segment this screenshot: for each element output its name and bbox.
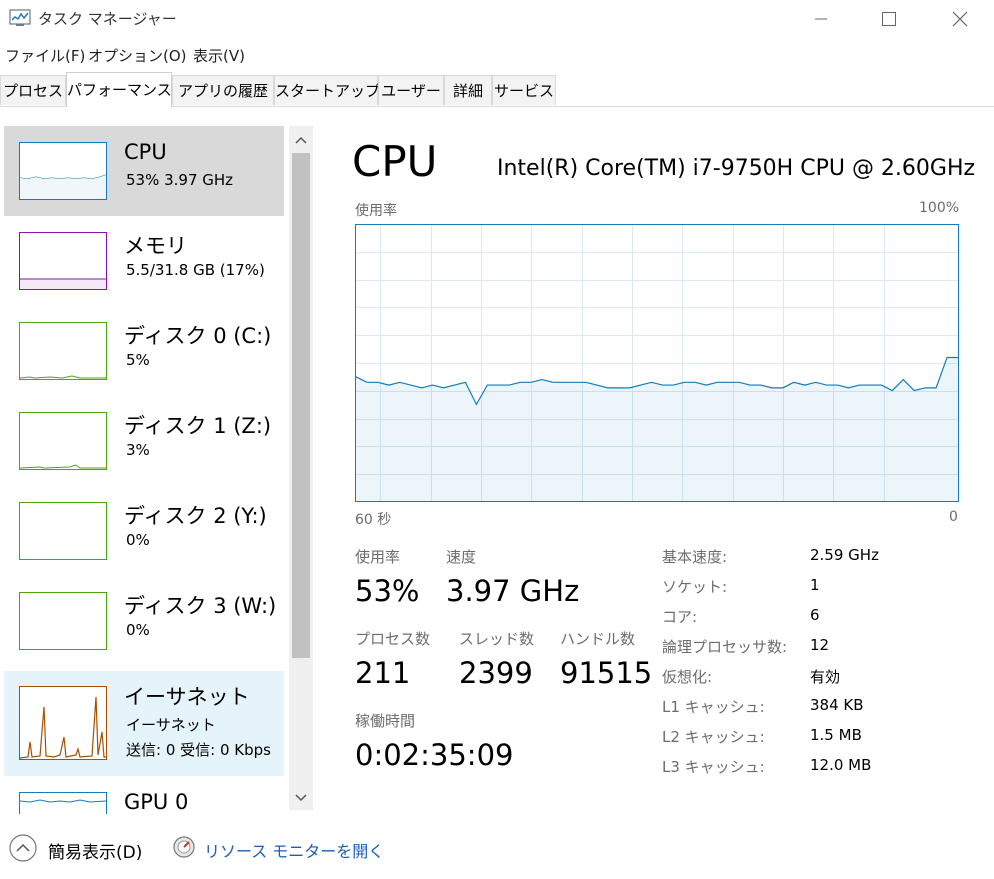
open-resource-monitor-link[interactable]: リソース モニターを開く xyxy=(204,838,384,862)
sidebar-item-title: イーサネット xyxy=(124,685,250,709)
uptime-value: 0:02:35:09 xyxy=(355,738,514,772)
sidebar-item-disk-3[interactable]: ディスク 3 (W:) 0% xyxy=(4,576,284,666)
tab-users[interactable]: ユーザー xyxy=(378,75,444,105)
sidebar-item-title: CPU xyxy=(124,140,167,164)
sidebar-item-title: メモリ xyxy=(124,234,187,258)
spec-value: 1.5 MB xyxy=(810,726,862,744)
tab-details[interactable]: 詳細 xyxy=(444,75,492,105)
cpu-thumbnail-graph xyxy=(19,142,107,200)
sidebar-item-subtitle: 3% xyxy=(126,441,150,459)
scroll-up-icon[interactable] xyxy=(293,134,309,146)
disk-3-thumbnail-graph xyxy=(19,592,107,650)
fewer-details-label: 簡易表示(D) xyxy=(48,843,143,863)
process-count-value: 211 xyxy=(355,656,411,690)
sidebar-item-cpu[interactable]: CPU 53% 3.97 GHz xyxy=(4,126,284,216)
sidebar-item-ethernet[interactable]: イーサネット イーサネット 送信: 0 受信: 0 Kbps xyxy=(4,671,284,776)
tab-services[interactable]: サービス xyxy=(492,75,556,105)
spec-label: ソケット: xyxy=(662,578,728,596)
handle-count-label: ハンドル数 xyxy=(560,630,636,648)
memory-thumbnail-graph xyxy=(19,232,107,290)
fewer-details-button[interactable]: 簡易表示(D) xyxy=(8,832,158,864)
spec-value: 1 xyxy=(810,576,820,594)
cpu-model-name: Intel(R) Core(TM) i7-9750H CPU @ 2.60GHz xyxy=(497,156,976,181)
sidebar-item-disk-0[interactable]: ディスク 0 (C:) 5% xyxy=(4,306,284,396)
maximize-button[interactable] xyxy=(866,0,912,38)
close-icon xyxy=(952,11,968,27)
close-button[interactable] xyxy=(937,0,983,38)
cpu-usage-graph xyxy=(355,224,959,502)
spec-value: 2.59 GHz xyxy=(810,546,879,564)
thread-count-value: 2399 xyxy=(459,656,533,690)
tab-bar: プロセス パフォーマンス アプリの履歴 スタートアップ ユーザー 詳細 サービス xyxy=(0,72,994,107)
window-title: タスク マネージャー xyxy=(38,10,177,28)
chevron-up-circle-icon xyxy=(9,834,37,862)
spec-value: 12.0 MB xyxy=(810,756,872,774)
graph-time-left: 60 秒 xyxy=(355,512,392,528)
disk-0-thumbnail-graph xyxy=(19,322,107,380)
gpu-0-thumbnail-graph xyxy=(19,792,107,814)
resource-title: CPU xyxy=(352,137,438,186)
sidebar-item-subtitle: 5.5/31.8 GB (17%) xyxy=(126,261,265,279)
sidebar-item-subtitle: イーサネット xyxy=(126,716,216,734)
spec-value: 384 KB xyxy=(810,696,864,714)
task-manager-icon xyxy=(9,9,31,26)
spec-value: 6 xyxy=(810,606,820,624)
handle-count-value: 91515 xyxy=(560,656,653,690)
disk-2-thumbnail-graph xyxy=(19,502,107,560)
speed-value: 3.97 GHz xyxy=(446,574,580,608)
sidebar-item-title: ディスク 0 (C:) xyxy=(124,324,272,348)
sidebar-item-title: ディスク 1 (Z:) xyxy=(124,414,272,438)
usage-label: 使用率 xyxy=(355,548,401,566)
spec-label: 論理プロセッサ数: xyxy=(662,638,788,656)
graph-time-right: 0 xyxy=(949,509,958,525)
spec-label: 基本速度: xyxy=(662,548,728,566)
sidebar-item-title: ディスク 3 (W:) xyxy=(124,594,277,618)
minimize-icon xyxy=(815,18,827,20)
sidebar-item-subtitle: 0% xyxy=(126,621,150,639)
graph-max-label: 100% xyxy=(919,200,960,216)
scrollbar-thumb[interactable] xyxy=(292,153,310,658)
usage-value: 53% xyxy=(355,574,420,608)
uptime-label: 稼働時間 xyxy=(355,712,416,730)
speed-label: 速度 xyxy=(446,548,477,566)
disk-1-thumbnail-graph xyxy=(19,412,107,470)
sidebar-item-throughput: 送信: 0 受信: 0 Kbps xyxy=(126,741,271,759)
sidebar-item-subtitle: 0% xyxy=(126,531,150,549)
spec-value: 12 xyxy=(810,636,830,654)
process-count-label: プロセス数 xyxy=(355,630,431,648)
tab-startup[interactable]: スタートアップ xyxy=(274,75,380,105)
sidebar-item-title: ディスク 2 (Y:) xyxy=(124,504,267,528)
spec-value: 有効 xyxy=(810,668,841,686)
menu-view[interactable]: 表示(V) xyxy=(193,45,245,66)
minimize-button[interactable] xyxy=(798,0,844,38)
tab-app-history[interactable]: アプリの履歴 xyxy=(172,75,274,105)
menu-options[interactable]: オプション(O) xyxy=(88,45,187,66)
spec-label: コア: xyxy=(662,608,698,626)
sidebar-item-gpu-0[interactable]: GPU 0 xyxy=(4,776,284,814)
sidebar-item-memory[interactable]: メモリ 5.5/31.8 GB (17%) xyxy=(4,216,284,306)
graph-label: 使用率 xyxy=(355,203,397,219)
title-bar: タスク マネージャー xyxy=(0,0,994,38)
sidebar-item-subtitle: 53% 3.97 GHz xyxy=(126,171,234,189)
spec-label: L2 キャッシュ: xyxy=(662,728,765,746)
maximize-icon xyxy=(882,12,896,26)
ethernet-thumbnail-graph xyxy=(19,686,107,760)
tab-performance[interactable]: パフォーマンス xyxy=(66,72,172,107)
sidebar-item-disk-2[interactable]: ディスク 2 (Y:) 0% xyxy=(4,486,284,576)
resource-list: CPU 53% 3.97 GHz メモリ 5.5/31.8 GB (17%) デ… xyxy=(0,107,320,814)
spec-label: L3 キャッシュ: xyxy=(662,758,765,776)
sidebar-item-subtitle: 5% xyxy=(126,351,150,369)
sidebar-item-disk-1[interactable]: ディスク 1 (Z:) 3% xyxy=(4,396,284,486)
tab-processes[interactable]: プロセス xyxy=(0,75,66,105)
scroll-down-icon[interactable] xyxy=(293,792,309,804)
sidebar-item-title: GPU 0 xyxy=(124,790,189,814)
resource-monitor-icon xyxy=(173,836,195,858)
spec-label: L1 キャッシュ: xyxy=(662,698,765,716)
spec-label: 仮想化: xyxy=(662,668,713,686)
thread-count-label: スレッド数 xyxy=(459,630,535,648)
menu-file[interactable]: ファイル(F) xyxy=(5,45,85,66)
